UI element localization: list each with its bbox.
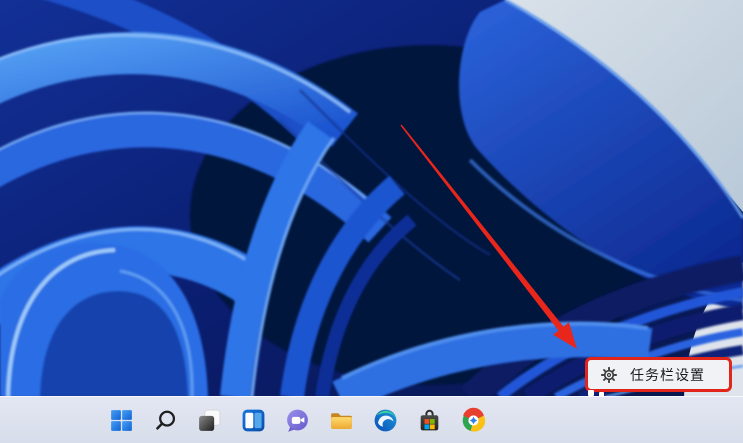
taskbar-task-view-button[interactable] <box>189 400 229 440</box>
taskbar-widgets-button[interactable] <box>233 400 273 440</box>
edge-icon <box>372 407 399 434</box>
taskbar-search-button[interactable] <box>145 400 185 440</box>
taskbar-start-button[interactable] <box>101 400 141 440</box>
store-bag-icon <box>416 407 443 434</box>
menu-item-label: 任务栏设置 <box>630 365 705 385</box>
chat-icon <box>284 407 311 434</box>
taskbar-file-explorer-button[interactable] <box>321 400 361 440</box>
taskbar-store-button[interactable] <box>409 400 449 440</box>
taskbar-icon-group <box>101 400 493 440</box>
folder-icon <box>328 407 355 434</box>
taskbar-edge-button[interactable] <box>365 400 405 440</box>
taskbar-chrome-button[interactable] <box>453 400 493 440</box>
menu-item-taskbar-settings[interactable]: 任务栏设置 <box>588 360 729 389</box>
taskbar-chat-button[interactable] <box>277 400 317 440</box>
search-icon <box>152 407 179 434</box>
screenshot-artifact <box>588 390 594 396</box>
desktop: 任务栏设置 <box>0 0 743 443</box>
chrome-icon <box>460 407 487 434</box>
taskbar-context-menu-highlighted: 任务栏设置 <box>585 357 732 392</box>
task-view-icon <box>196 407 223 434</box>
gear-icon <box>601 367 617 383</box>
screenshot-artifact <box>599 392 604 397</box>
windows-logo-icon <box>108 407 135 434</box>
widgets-icon <box>240 407 267 434</box>
